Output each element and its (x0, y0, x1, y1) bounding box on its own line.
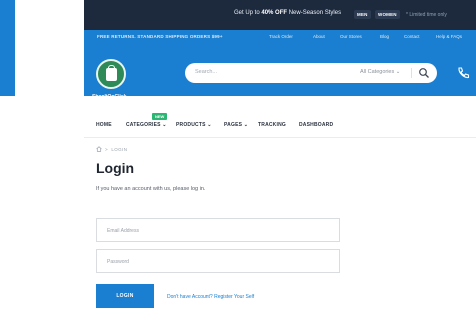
password-field[interactable] (97, 251, 339, 273)
our-stores-link[interactable]: Our Stores (340, 34, 362, 39)
search-bar: Search... All Categories ⌄ (185, 63, 437, 83)
category-select[interactable]: All Categories ⌄ (360, 69, 400, 75)
home-icon[interactable] (96, 146, 102, 152)
new-badge: NEW (152, 113, 168, 120)
limited-time-note: * Limited time only (406, 12, 447, 18)
search-input[interactable]: Search... (195, 69, 217, 75)
login-intro-text: If you have an account with us, please l… (96, 186, 206, 192)
promo-top-bar: Get Up to 40% OFF New-Season Styles MEN … (84, 0, 476, 30)
left-side-strip (0, 0, 15, 96)
men-button[interactable]: MEN (354, 10, 371, 19)
promo-text: Get Up to 40% OFF New-Season Styles (234, 10, 342, 16)
chevron-down-icon: ⌄ (207, 122, 212, 128)
menu-products[interactable]: PRODUCTS ⌄ (176, 122, 212, 128)
search-icon[interactable] (418, 67, 430, 79)
page-title: Login (96, 160, 135, 176)
chevron-down-icon: ⌄ (162, 122, 167, 128)
email-field-box (96, 218, 340, 242)
password-field-box (96, 249, 340, 273)
logo-text[interactable]: ShopItOnClick (92, 94, 126, 100)
register-link[interactable]: Don't have Account? Register Your Self (167, 294, 254, 300)
contact-link[interactable]: Contact (404, 34, 420, 39)
help-faqs-link[interactable]: Help & FAQs (436, 34, 462, 39)
site-logo[interactable] (96, 59, 126, 89)
shopping-bag-icon (106, 65, 117, 81)
login-button[interactable]: LOGIN (96, 284, 154, 308)
menu-home[interactable]: HOME (96, 122, 112, 128)
menu-categories[interactable]: CATEGORIES ⌄ (126, 122, 167, 128)
menu-dashboard[interactable]: DASHBOARD (299, 122, 333, 128)
phone-icon[interactable] (456, 66, 470, 80)
email-field[interactable] (97, 220, 339, 242)
menu-divider (84, 137, 476, 138)
breadcrumb: > LOGIN (105, 147, 128, 152)
chevron-down-icon: ⌄ (243, 122, 249, 128)
search-divider (411, 68, 412, 78)
women-button[interactable]: WOMEN (375, 10, 400, 19)
track-order-link[interactable]: Track Order (269, 34, 293, 39)
menu-tracking[interactable]: TRACKING (258, 122, 286, 128)
breadcrumb-current: LOGIN (111, 147, 128, 152)
promo-highlight: 40% OFF (261, 10, 288, 16)
menu-pages[interactable]: PAGES ⌄ (224, 122, 248, 128)
free-returns-text: FREE RETURNS. STANDARD SHIPPING ORDERS $… (97, 34, 223, 39)
about-link[interactable]: About (313, 34, 325, 39)
blog-link[interactable]: Blog (380, 34, 389, 39)
